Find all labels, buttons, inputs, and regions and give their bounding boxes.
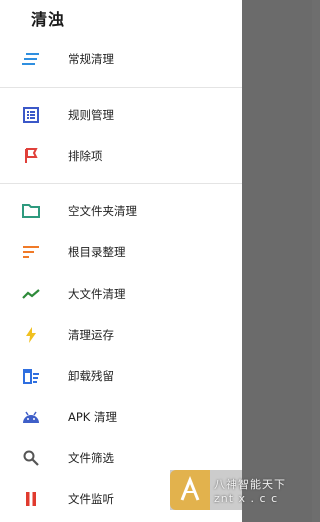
divider (0, 183, 242, 184)
search-icon (22, 450, 40, 466)
drawer-item-label: 卸载残留 (68, 369, 114, 383)
watermark-text: 八神智能天下 (214, 478, 286, 491)
list-box-icon (22, 107, 40, 123)
drawer-item-exclusions[interactable]: 排除项 (0, 136, 242, 176)
divider (0, 87, 242, 88)
drawer-item-label: 清理运存 (68, 328, 114, 342)
drawer-item-label: 大文件清理 (68, 287, 126, 301)
folder-icon (22, 203, 40, 219)
drawer-scrim[interactable] (242, 0, 312, 522)
drawer-item-apk-clean[interactable]: APK 清理 (0, 397, 242, 437)
navigation-drawer: 清浊 常规清理 规则管理 排除项 空文件夹清理 根目录整理 大文件清理 清理运存… (0, 0, 242, 522)
drawer-item-root-organize[interactable]: 根目录整理 (0, 232, 242, 272)
drawer-item-label: 规则管理 (68, 108, 114, 122)
trash-list-icon (22, 368, 40, 384)
drawer-item-regular-clean[interactable]: 常规清理 (0, 39, 242, 79)
drawer-item-clean-memory[interactable]: 清理运存 (0, 315, 242, 355)
watermark-logo (170, 470, 210, 510)
drawer-item-uninstall-residue[interactable]: 卸载残留 (0, 356, 242, 396)
flag-icon (22, 148, 40, 164)
sort-lines-icon (22, 244, 40, 260)
drawer-item-large-file-clean[interactable]: 大文件清理 (0, 274, 242, 314)
drawer-item-label: 排除项 (68, 149, 103, 163)
pause-icon (22, 491, 40, 507)
bolt-icon (22, 327, 40, 343)
watermark: 八神智能天下 znt x . c c (170, 470, 300, 510)
drawer-item-label: 文件监听 (68, 492, 114, 506)
drawer-item-label: 常规清理 (68, 52, 114, 66)
list-lines-icon (22, 51, 40, 67)
trend-line-icon (22, 286, 40, 302)
drawer-item-label: 空文件夹清理 (68, 204, 137, 218)
android-icon (22, 409, 40, 425)
drawer-item-rule-management[interactable]: 规则管理 (0, 95, 242, 135)
drawer-item-label: APK 清理 (68, 410, 117, 424)
watermark-url: znt x . c c (214, 492, 279, 505)
drawer-title: 清浊 (31, 10, 66, 29)
drawer-item-empty-folder-clean[interactable]: 空文件夹清理 (0, 191, 242, 231)
drawer-item-label: 文件筛选 (68, 451, 114, 465)
drawer-item-label: 根目录整理 (68, 245, 126, 259)
